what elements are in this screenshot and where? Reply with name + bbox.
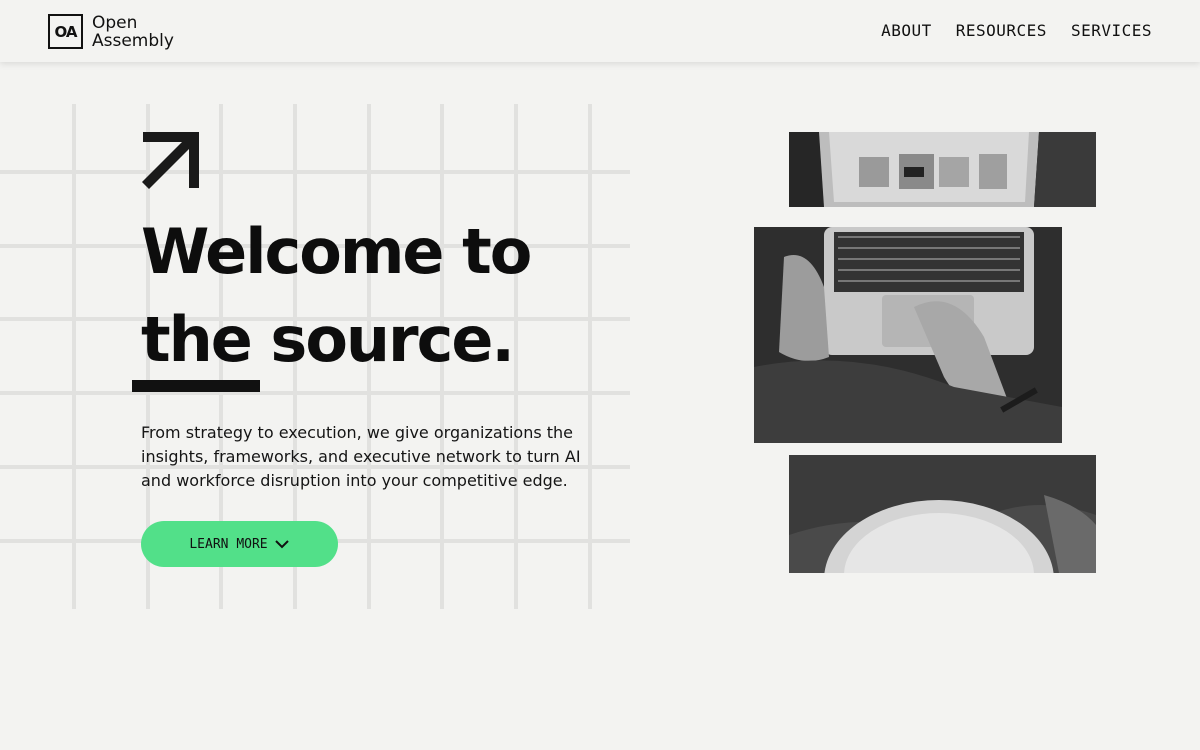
laptop-screen-image <box>789 132 1096 207</box>
logo-line-open: Open <box>92 12 138 33</box>
logo-line-assembly: Assembly <box>92 30 174 51</box>
nav-about[interactable]: ABOUT <box>881 21 932 40</box>
logo-text: Open Assembly <box>92 14 174 50</box>
logo[interactable]: OA Open Assembly <box>48 12 174 51</box>
learn-more-button[interactable]: LEARN MORE <box>141 521 338 567</box>
photo-typing-on-laptop <box>754 227 1062 443</box>
main-nav: ABOUT RESOURCES SERVICES <box>881 21 1152 40</box>
site-header: OA Open Assembly ABOUT RESOURCES SERVICE… <box>0 0 1200 62</box>
learn-more-label: LEARN MORE <box>189 536 268 552</box>
logo-mark: OA <box>48 14 83 49</box>
nav-services[interactable]: SERVICES <box>1071 21 1152 40</box>
chevron-down-icon <box>274 540 289 549</box>
hero-headline: Welcome to the source. <box>132 208 532 392</box>
arrow-up-right-icon <box>142 132 199 189</box>
person-top-view-image <box>789 455 1096 573</box>
headline-underlined-word: the <box>132 296 260 392</box>
photo-person-top-view <box>789 455 1096 573</box>
hero-description: From strategy to execution, we give orga… <box>141 423 581 490</box>
nav-resources[interactable]: RESOURCES <box>956 21 1047 40</box>
headline-line-1: Welcome to <box>141 215 532 288</box>
photo-laptop-screen <box>789 132 1096 207</box>
headline-line-2: source. <box>250 303 515 376</box>
laptop-typing-image <box>754 227 1062 443</box>
